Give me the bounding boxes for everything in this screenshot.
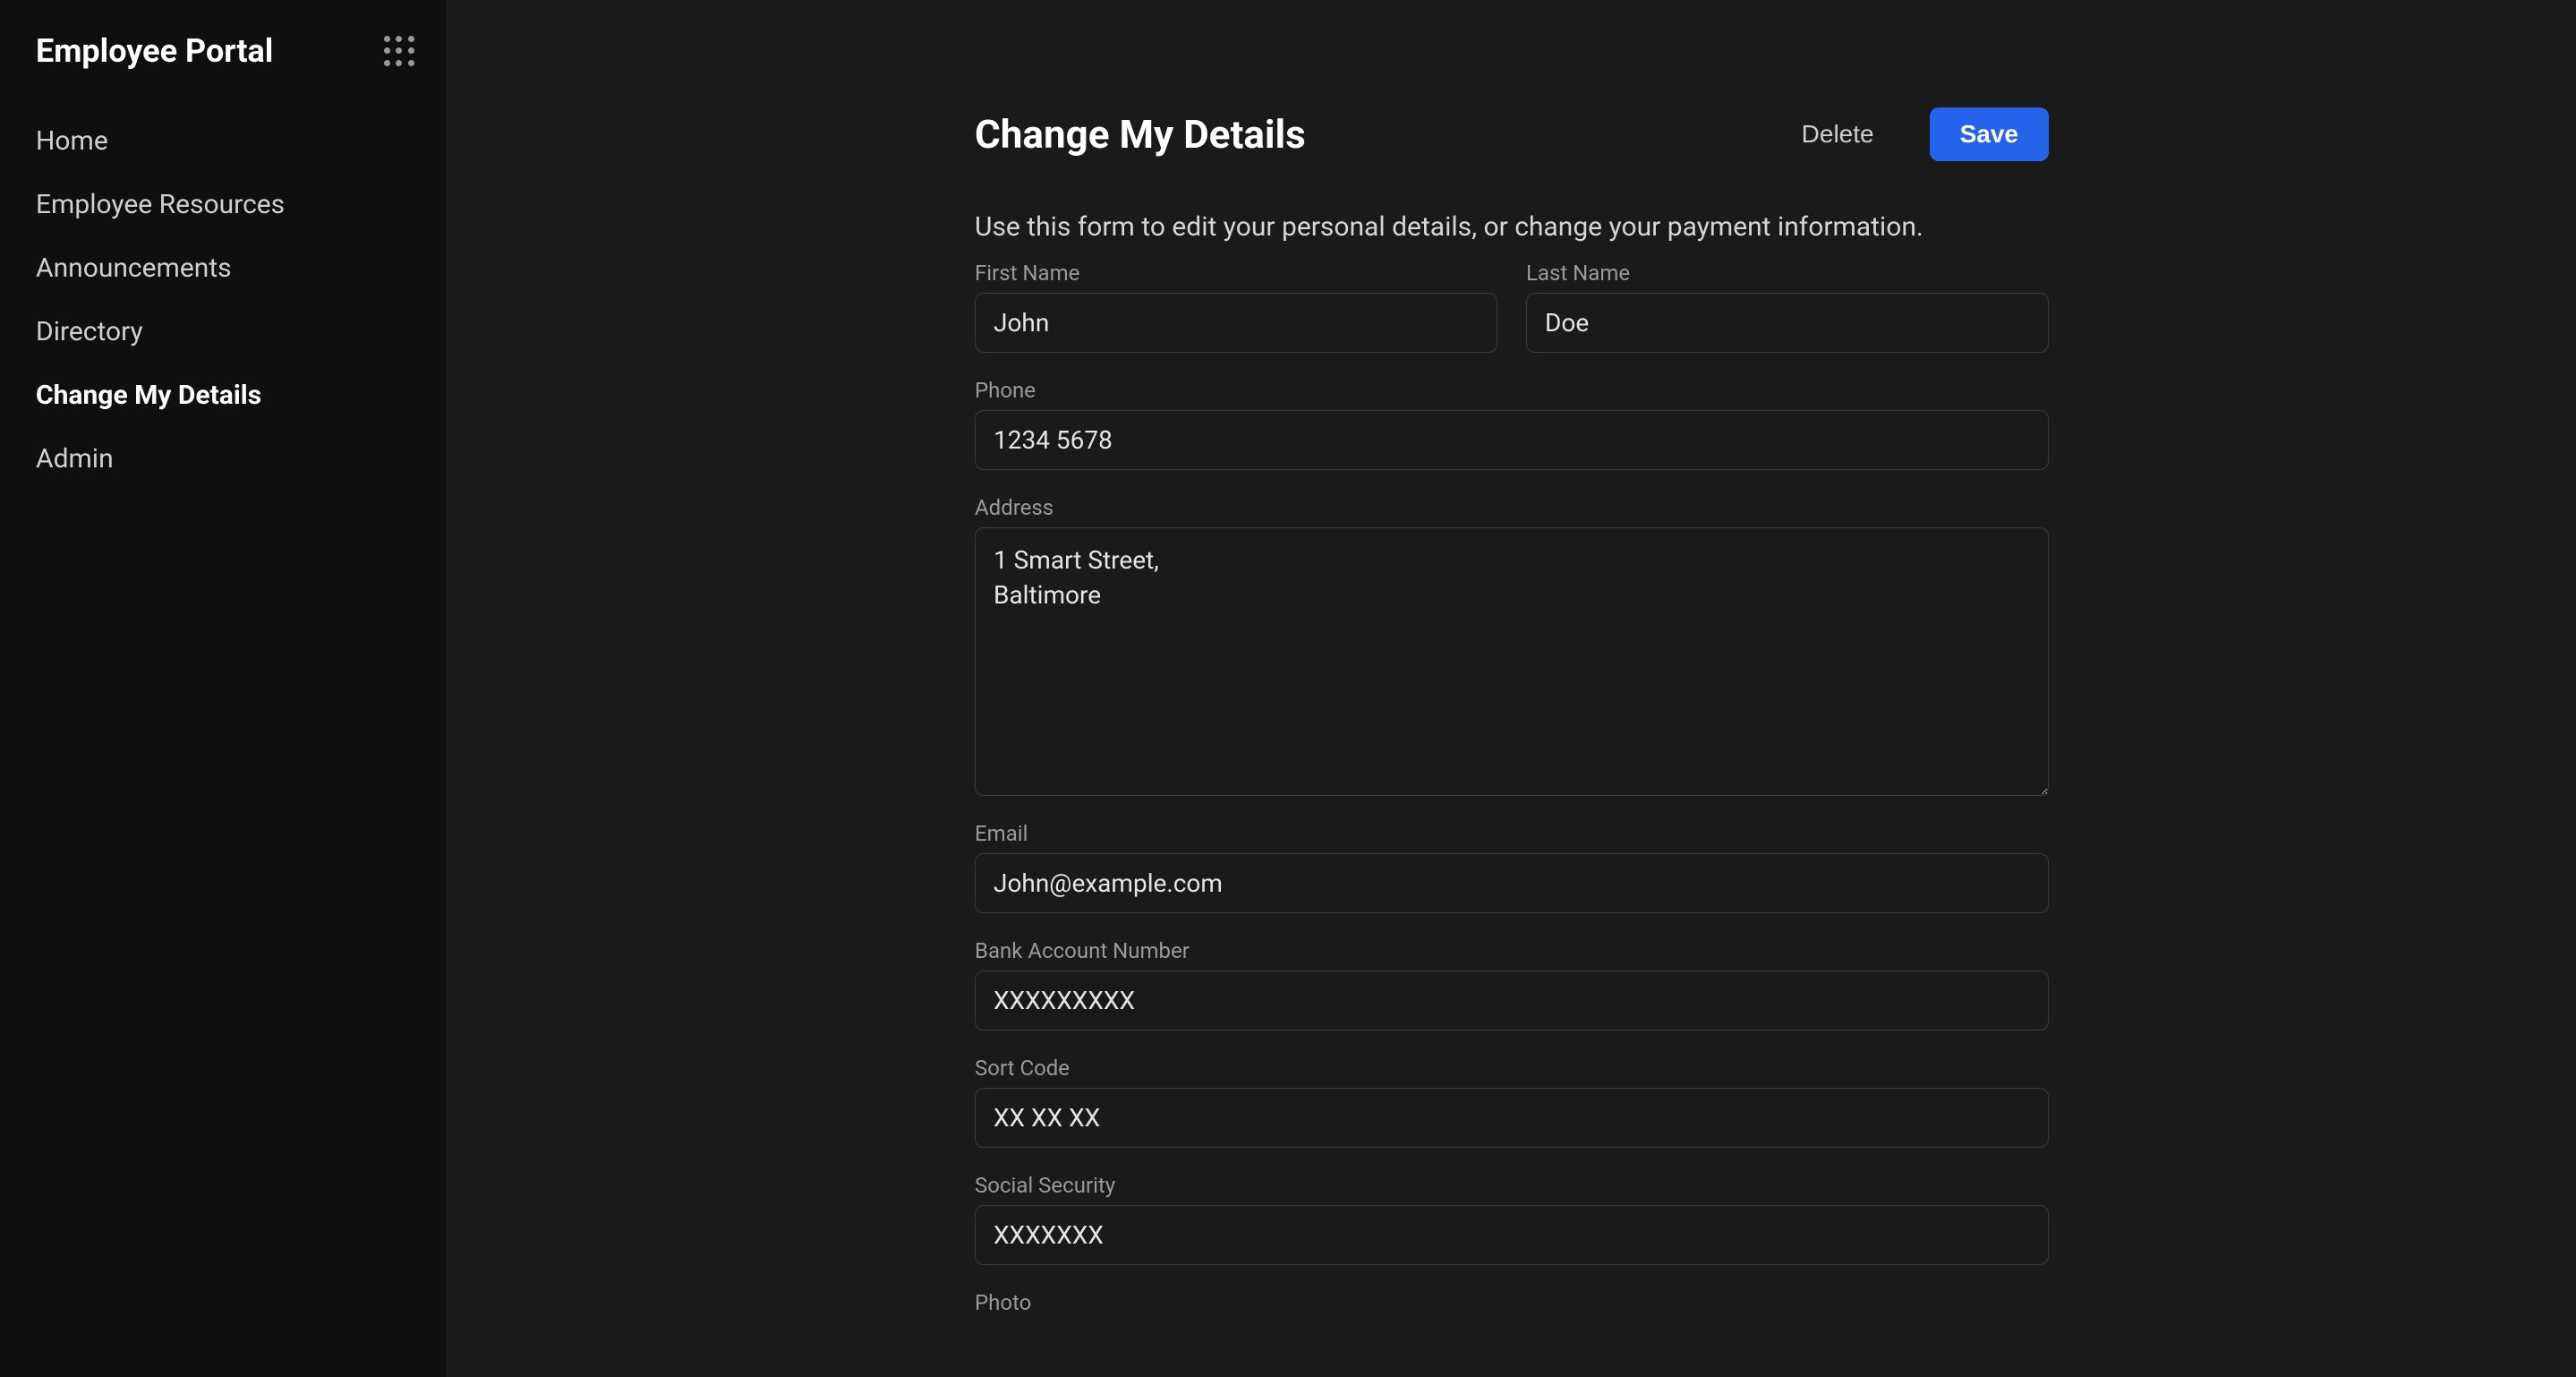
sidebar-item-employee-resources[interactable]: Employee Resources <box>0 173 447 236</box>
first-name-label: First Name <box>975 261 1497 286</box>
first-name-field: First Name <box>975 261 1497 353</box>
photo-field: Photo <box>975 1290 2049 1315</box>
email-field: Email <box>975 821 2049 913</box>
page-header: Change My Details Delete Save <box>975 107 2049 161</box>
sidebar-header: Employee Portal <box>0 21 447 95</box>
delete-button[interactable]: Delete <box>1771 107 1905 161</box>
page-title: Change My Details <box>975 111 1306 158</box>
photo-label: Photo <box>975 1290 2049 1315</box>
bank-account-field: Bank Account Number <box>975 938 2049 1031</box>
sort-code-label: Sort Code <box>975 1056 2049 1081</box>
app-launcher-icon[interactable] <box>384 36 414 66</box>
sidebar-item-directory[interactable]: Directory <box>0 300 447 363</box>
email-label: Email <box>975 821 2049 846</box>
phone-input[interactable] <box>975 410 2049 470</box>
address-input[interactable]: 1 Smart Street, Baltimore <box>975 527 2049 796</box>
first-name-input[interactable] <box>975 293 1497 353</box>
bank-account-input[interactable] <box>975 971 2049 1031</box>
sort-code-input[interactable] <box>975 1088 2049 1148</box>
last-name-input[interactable] <box>1526 293 2049 353</box>
social-security-input[interactable] <box>975 1205 2049 1265</box>
social-security-field: Social Security <box>975 1173 2049 1265</box>
sidebar-item-admin[interactable]: Admin <box>0 427 447 491</box>
sort-code-field: Sort Code <box>975 1056 2049 1148</box>
page-actions: Delete Save <box>1771 107 2049 161</box>
phone-field: Phone <box>975 378 2049 470</box>
name-row: First Name Last Name <box>975 261 2049 353</box>
address-label: Address <box>975 495 2049 520</box>
content-wrapper: Change My Details Delete Save Use this f… <box>975 0 2049 1377</box>
main-content: Change My Details Delete Save Use this f… <box>448 0 2576 1377</box>
social-security-label: Social Security <box>975 1173 2049 1198</box>
save-button[interactable]: Save <box>1930 107 2049 161</box>
sidebar: Employee Portal Home Employee Resources … <box>0 0 448 1377</box>
address-field: Address 1 Smart Street, Baltimore <box>975 495 2049 796</box>
details-form: First Name Last Name Phone Address 1 Sma… <box>975 261 2049 1315</box>
sidebar-item-announcements[interactable]: Announcements <box>0 236 447 300</box>
sidebar-item-home[interactable]: Home <box>0 109 447 173</box>
page-description: Use this form to edit your personal deta… <box>975 211 2049 243</box>
app-title: Employee Portal <box>36 32 273 70</box>
last-name-label: Last Name <box>1526 261 2049 286</box>
sidebar-item-change-my-details[interactable]: Change My Details <box>0 363 447 427</box>
app-root: Employee Portal Home Employee Resources … <box>0 0 2576 1377</box>
email-input[interactable] <box>975 853 2049 913</box>
bank-account-label: Bank Account Number <box>975 938 2049 963</box>
last-name-field: Last Name <box>1526 261 2049 353</box>
sidebar-nav: Home Employee Resources Announcements Di… <box>0 95 447 491</box>
phone-label: Phone <box>975 378 2049 403</box>
